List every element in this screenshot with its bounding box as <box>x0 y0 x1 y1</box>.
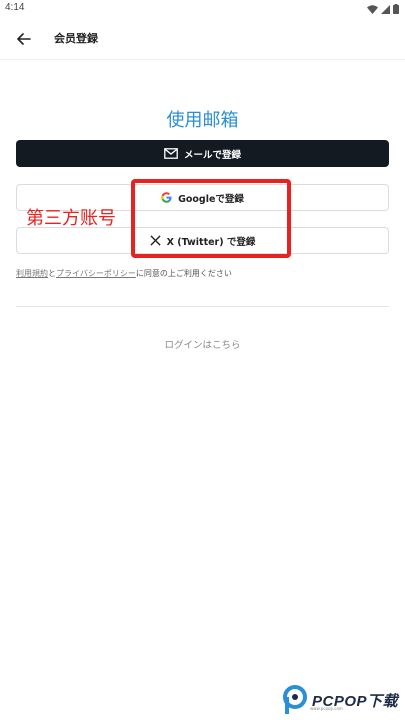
google-icon <box>161 192 172 203</box>
status-icons <box>367 3 399 15</box>
status-bar: 4:14 <box>0 0 405 18</box>
page-title: 会员登録 <box>54 32 98 45</box>
mail-icon <box>164 148 178 159</box>
terms-of-service-link[interactable]: 利用規約 <box>16 269 48 278</box>
watermark: PCPOP下载 www.pcpop.com <box>282 684 405 716</box>
status-time: 4:14 <box>5 2 25 13</box>
pcpop-logo-icon <box>283 685 307 714</box>
x-register-button[interactable]: X (Twitter) で登録 <box>16 227 389 254</box>
login-link[interactable]: ログインはこちら <box>0 337 405 351</box>
back-button[interactable] <box>12 27 36 51</box>
terms-suffix: に同意の上ご利用ください <box>135 269 232 278</box>
email-register-button[interactable]: メールで登録 <box>16 140 389 167</box>
wifi-icon <box>367 4 378 14</box>
arrow-left-icon <box>17 33 31 45</box>
signal-icon <box>381 4 390 14</box>
terms-notice: 利用規約とプライバシーポリシーに同意の上ご利用ください <box>16 268 232 279</box>
privacy-policy-link[interactable]: プライバシーポリシー <box>56 269 136 278</box>
google-register-label: Googleで登録 <box>178 193 244 205</box>
email-register-label: メールで登録 <box>183 149 241 161</box>
x-register-label: X (Twitter) で登録 <box>166 236 256 248</box>
watermark-url: www.pcpop.com <box>310 706 343 711</box>
app-bar: 会员登録 <box>0 18 405 60</box>
annotation-third-party-label: 第三方账号 <box>26 208 116 229</box>
battery-icon <box>393 4 399 14</box>
divider <box>16 306 389 307</box>
x-twitter-icon <box>150 235 161 246</box>
terms-connector: と <box>48 269 56 278</box>
annotation-email-label: 使用邮箱 <box>166 110 239 131</box>
